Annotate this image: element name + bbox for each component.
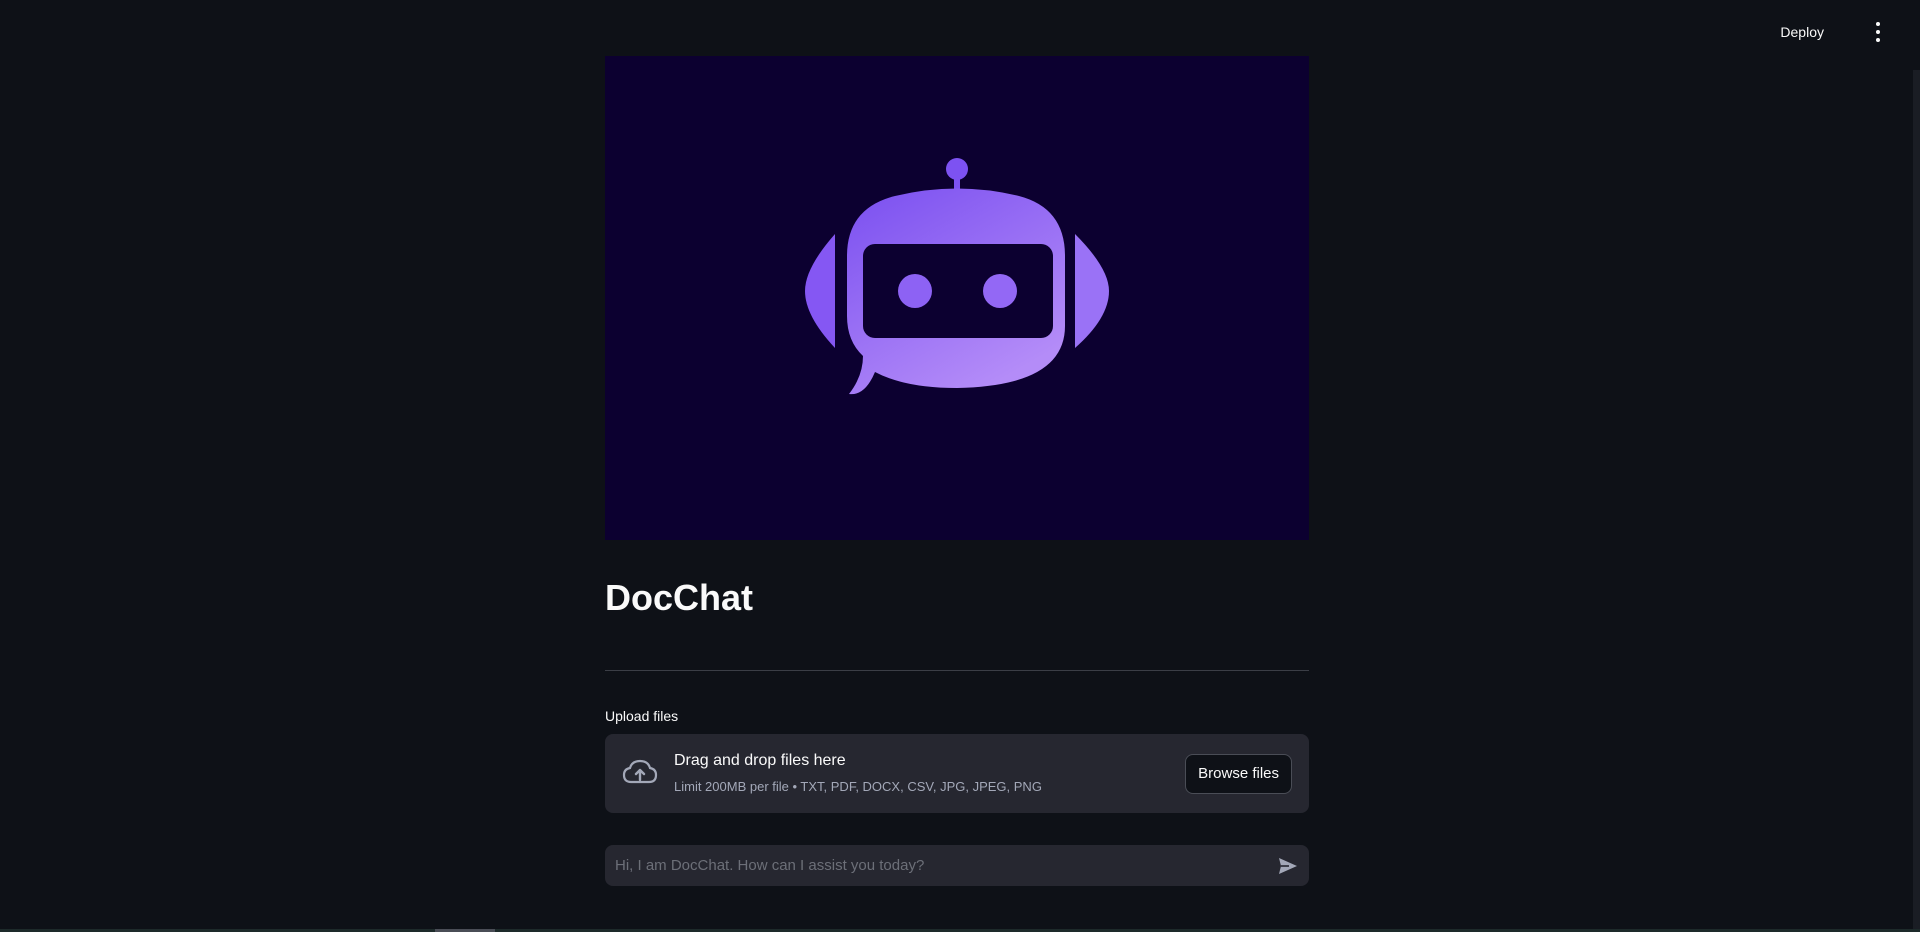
file-dropzone[interactable]: Drag and drop files here Limit 200MB per… [605,734,1309,813]
hero-image [605,56,1309,540]
app-root: Deploy DocChat Upload files Drag and dro… [0,0,1920,932]
main-content: DocChat Upload files Drag and drop files… [605,56,1309,886]
deploy-button[interactable]: Deploy [1774,20,1830,44]
upload-label: Upload files [605,708,679,724]
page-title: DocChat [605,577,754,618]
send-icon[interactable] [1277,855,1299,877]
vertical-ellipsis-icon[interactable] [1870,22,1886,42]
chat-input-container [605,845,1309,886]
cloud-upload-icon [622,759,658,784]
divider [605,670,1309,671]
chat-input[interactable] [605,845,1245,886]
top-toolbar: Deploy [0,0,1920,64]
robot-chat-logo-icon [805,158,1109,395]
dropzone-title: Drag and drop files here [674,752,846,769]
scrollbar[interactable] [1913,70,1920,932]
dropzone-limits: Limit 200MB per file • TXT, PDF, DOCX, C… [674,779,1042,794]
browse-files-button[interactable]: Browse files [1185,754,1292,794]
